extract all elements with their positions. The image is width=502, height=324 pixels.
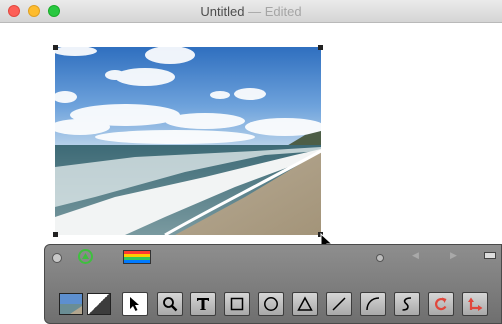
magnifier-icon	[163, 297, 178, 312]
oval-tool[interactable]	[258, 292, 284, 316]
resize-handle-bottom-left[interactable]	[53, 232, 58, 237]
color-picker-icon[interactable]	[123, 250, 151, 264]
stroke-size-indicator[interactable]	[376, 254, 384, 262]
text-tool[interactable]	[190, 292, 216, 316]
zoom-tool[interactable]	[157, 292, 183, 316]
rotate-tool[interactable]	[428, 292, 454, 316]
palette-close-button[interactable]	[52, 253, 62, 263]
title-separator: —	[248, 4, 262, 19]
circle-icon	[264, 297, 278, 311]
window-title: Untitled — Edited	[0, 4, 502, 19]
resize-handle-top-right[interactable]	[318, 45, 323, 50]
rotate-icon	[435, 297, 447, 311]
text-t-icon	[197, 298, 209, 310]
resize-handle-top-left[interactable]	[53, 45, 58, 50]
polygon-tool[interactable]	[292, 292, 318, 316]
fill-pattern-swatch[interactable]	[59, 293, 83, 315]
squiggle-icon	[402, 297, 412, 311]
collapse-palette-icon[interactable]	[78, 249, 93, 264]
palette-expand-button[interactable]	[484, 252, 496, 259]
flip-tool[interactable]	[462, 292, 488, 316]
beach-photo[interactable]	[55, 47, 321, 235]
rectangle-icon	[230, 297, 244, 311]
edited-status: Edited	[264, 4, 302, 19]
title-bar[interactable]: Untitled — Edited	[0, 0, 502, 23]
flip-arrows-icon	[468, 297, 483, 311]
rectangle-tool[interactable]	[224, 292, 250, 316]
previous-arrow-icon[interactable]: ◀	[412, 250, 419, 261]
document-name: Untitled	[200, 4, 245, 19]
line-icon	[332, 297, 346, 311]
arc-tool[interactable]	[360, 292, 386, 316]
tool-palette: ◀ ▶	[44, 244, 502, 324]
select-arrow-tool[interactable]	[122, 292, 148, 316]
app-window: Untitled — Edited ◀ ▶	[0, 0, 502, 324]
triangle-icon	[297, 296, 313, 311]
next-arrow-icon[interactable]: ▶	[450, 250, 457, 261]
line-tool[interactable]	[326, 292, 352, 316]
freehand-tool[interactable]	[394, 292, 420, 316]
arc-icon	[366, 297, 380, 311]
arrow-pointer-icon	[130, 297, 139, 311]
color-swap-swatch[interactable]	[87, 293, 111, 315]
